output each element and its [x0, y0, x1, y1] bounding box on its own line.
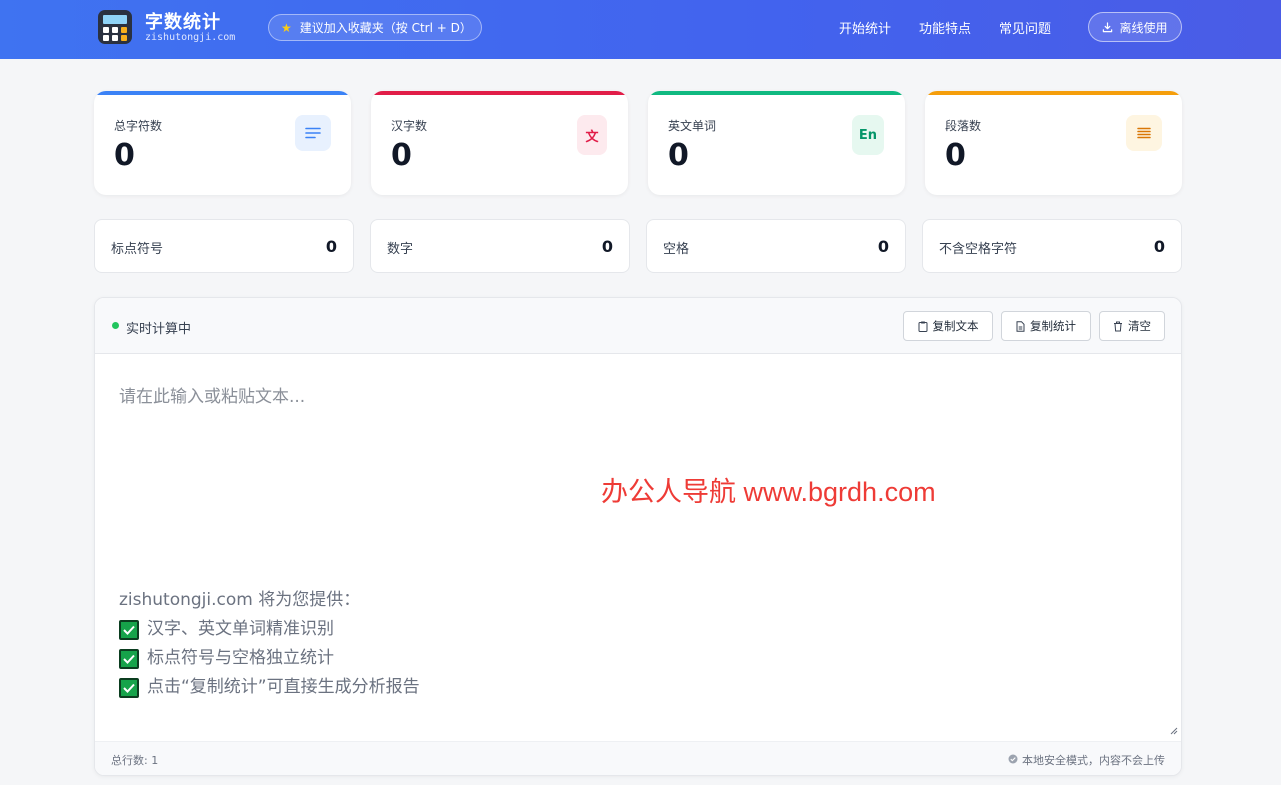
live-status-dot: [112, 322, 119, 329]
editor-toolbar: 实时计算中 复制文本 复制统计 清空: [95, 298, 1181, 354]
mini-stat-value: 0: [601, 237, 613, 256]
mini-stat-label: 不含空格字符: [939, 242, 1018, 257]
stat-card-paragraphs: 段落数 0: [925, 91, 1182, 195]
copy-text-label: 复制文本: [932, 319, 979, 333]
chinese-char-icon: 文: [577, 115, 607, 155]
mini-stat-value: 0: [877, 237, 889, 256]
text-input-area[interactable]: 请在此输入或粘贴文本... 办公人导航 www.bgrdh.com zishut…: [95, 354, 1181, 743]
mini-stat-value: 0: [1153, 237, 1165, 256]
mini-stat-spaces: 空格 0: [646, 219, 906, 273]
live-status-text: 实时计算中: [126, 322, 192, 337]
stat-card-chinese-chars: 汉字数 0 文: [371, 91, 628, 195]
stat-label: 段落数: [945, 119, 982, 133]
stat-label: 总字符数: [114, 119, 163, 133]
promo-list: zishutongji.com 将为您提供： 汉字、英文单词精准识别 标点符号与…: [119, 586, 420, 702]
bookmark-tip: ★ 建议加入收藏夹（按 Ctrl + D）: [268, 14, 482, 41]
secure-note: 本地安全模式，内容不会上传: [1008, 752, 1165, 768]
text-input-placeholder: 请在此输入或粘贴文本...: [119, 387, 306, 407]
line-count: 总行数: 1: [111, 754, 159, 767]
brand-title[interactable]: 字数统计: [145, 8, 221, 34]
stat-card-total-chars: 总字符数 0: [94, 91, 351, 195]
stat-value: 0: [945, 138, 966, 173]
offline-use-label: 离线使用: [1119, 20, 1168, 35]
editor-panel: 实时计算中 复制文本 复制统计 清空 请在此输入或粘贴文本... 办公人导航 w…: [94, 297, 1182, 776]
promo-item: 汉字、英文单词精准识别: [119, 615, 420, 644]
clear-button[interactable]: 清空: [1099, 311, 1165, 341]
check-mark-icon: [119, 648, 139, 669]
stat-value: 0: [668, 138, 689, 173]
english-icon: En: [852, 115, 884, 155]
paragraph-icon: [1126, 115, 1162, 151]
download-icon: [1102, 21, 1113, 33]
stat-value: 0: [391, 138, 412, 173]
mini-stat-value: 0: [325, 237, 337, 256]
promo-item-text: 汉字、英文单词精准识别: [147, 619, 334, 639]
stat-label: 英文单词: [668, 119, 717, 133]
mini-stat-label: 空格: [663, 242, 690, 257]
stat-value: 0: [114, 138, 135, 173]
promo-item: 标点符号与空格独立统计: [119, 644, 420, 673]
copy-text-button[interactable]: 复制文本: [903, 311, 993, 341]
offline-use-button[interactable]: 离线使用: [1088, 12, 1182, 42]
promo-item-text: 标点符号与空格独立统计: [147, 648, 334, 668]
clipboard-icon: [918, 321, 928, 332]
calculator-logo-icon[interactable]: [98, 10, 132, 44]
copy-stats-button[interactable]: 复制统计: [1001, 311, 1091, 341]
mini-stat-punctuation: 标点符号 0: [94, 219, 354, 273]
mini-stat-digits: 数字 0: [370, 219, 630, 273]
nav-start-counting[interactable]: 开始统计: [839, 18, 891, 37]
copy-stats-label: 复制统计: [1030, 319, 1076, 333]
stat-card-english-words: 英文单词 0 En: [648, 91, 905, 195]
promo-item-text: 点击“复制统计”可直接生成分析报告: [147, 677, 420, 697]
watermark-text: 办公人导航 www.bgrdh.com: [601, 477, 936, 507]
lines-icon: [295, 115, 331, 151]
secure-note-text: 本地安全模式，内容不会上传: [1022, 754, 1165, 767]
shield-check-icon: [1008, 754, 1018, 767]
mini-stat-label: 标点符号: [111, 242, 164, 257]
top-header: 字数统计 zishutongji.com ★ 建议加入收藏夹（按 Ctrl + …: [0, 0, 1281, 59]
clear-label: 清空: [1128, 319, 1151, 333]
promo-intro: zishutongji.com 将为您提供：: [119, 590, 361, 610]
brand-domain: zishutongji.com: [145, 32, 236, 43]
check-mark-icon: [119, 677, 139, 698]
stat-label: 汉字数: [391, 119, 428, 133]
bookmark-tip-text: 建议加入收藏夹（按 Ctrl + D）: [299, 21, 472, 35]
trash-icon: [1113, 321, 1123, 332]
check-mark-icon: [119, 619, 139, 640]
promo-item: 点击“复制统计”可直接生成分析报告: [119, 673, 420, 702]
mini-stat-non-space-chars: 不含空格字符 0: [922, 219, 1182, 273]
nav-faq[interactable]: 常见问题: [999, 18, 1051, 37]
file-icon: [1016, 320, 1025, 332]
nav-features[interactable]: 功能特点: [919, 18, 971, 37]
editor-footer: 总行数: 1 本地安全模式，内容不会上传: [95, 741, 1181, 775]
star-icon: ★: [281, 20, 292, 35]
resize-handle-icon[interactable]: [1170, 727, 1178, 735]
mini-stat-label: 数字: [387, 242, 414, 257]
